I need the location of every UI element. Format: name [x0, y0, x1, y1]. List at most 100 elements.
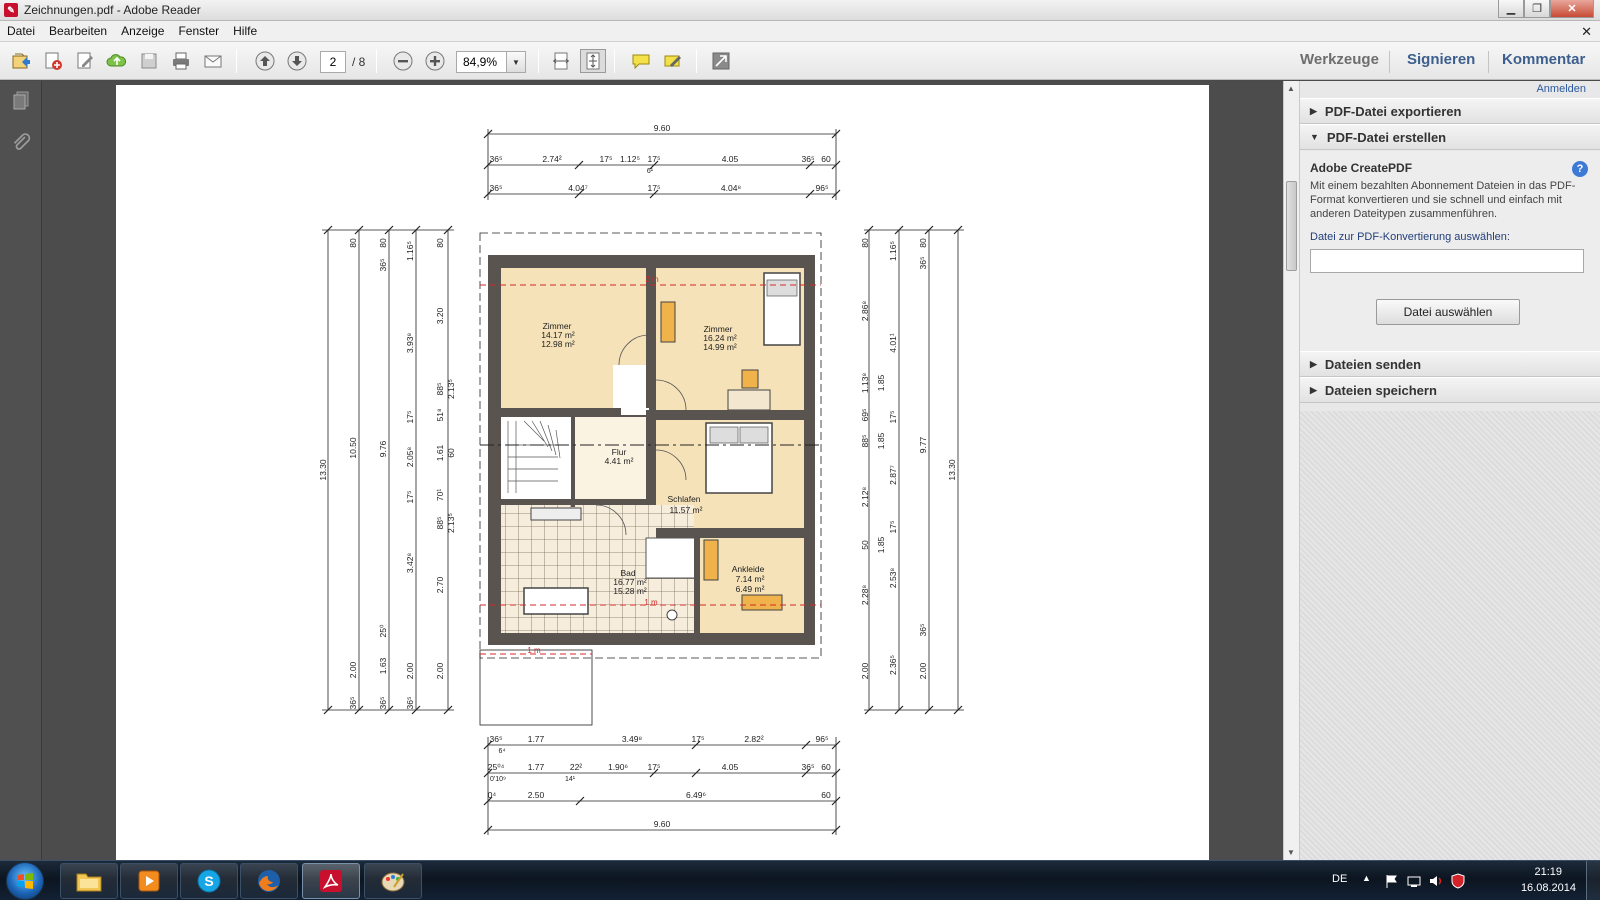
dimension-label: 17⁵	[888, 521, 898, 534]
tab-signieren[interactable]: Signieren	[1407, 51, 1475, 68]
clock-date[interactable]: 16.08.2014	[1521, 882, 1576, 894]
panel-label: PDF-Datei erstellen	[1326, 129, 1447, 145]
network-icon[interactable]	[1406, 873, 1422, 889]
language-indicator[interactable]: DE	[1332, 873, 1347, 885]
dimension-label: 6.49⁶	[686, 790, 706, 800]
scroll-up-icon[interactable]: ▲	[1287, 84, 1295, 93]
dimension-label: 2.00	[348, 661, 358, 678]
fit-page-icon[interactable]	[580, 49, 606, 73]
dimension-label: 80	[860, 238, 870, 248]
select-file-button[interactable]: Datei auswählen	[1376, 299, 1520, 325]
edit-document-icon[interactable]	[72, 49, 98, 73]
dimension-label: 80	[378, 238, 388, 248]
full-screen-icon[interactable]	[708, 49, 734, 73]
tab-werkzeuge[interactable]: Werkzeuge	[1300, 51, 1379, 68]
scrollbar-thumb[interactable]	[1286, 181, 1297, 271]
file-path-field[interactable]	[1310, 249, 1584, 273]
menu-bearbeiten[interactable]: Bearbeiten	[42, 24, 114, 38]
antivirus-shield-icon[interactable]	[1450, 873, 1466, 889]
dimension-label: 0'10⁹	[490, 776, 506, 783]
window-title: Zeichnungen.pdf - Adobe Reader	[24, 3, 201, 17]
start-button[interactable]	[6, 862, 44, 900]
action-center-flag-icon[interactable]	[1384, 873, 1400, 889]
toolbar-separator	[236, 49, 237, 73]
show-hidden-icons-icon[interactable]: ▲	[1362, 873, 1378, 889]
sticky-note-icon[interactable]	[628, 49, 654, 73]
page-number-input[interactable]	[320, 51, 346, 73]
navigation-pane	[0, 81, 42, 860]
taskbar-file-explorer-icon[interactable]	[60, 863, 118, 899]
dimension-label: 2.70	[435, 576, 445, 593]
zoom-out-icon[interactable]	[390, 49, 416, 73]
panel-create-pdf[interactable]: ▼ PDF-Datei erstellen	[1300, 124, 1600, 150]
attachments-paperclip-icon[interactable]	[9, 131, 33, 155]
menu-hilfe[interactable]: Hilfe	[226, 24, 264, 38]
print-icon[interactable]	[168, 49, 194, 73]
dimension-label: 1.16⁵	[888, 241, 898, 261]
zoom-in-icon[interactable]	[422, 49, 448, 73]
dimension-label: 2.13⁵	[446, 513, 456, 533]
dimension-label: 2.53⁸	[888, 568, 898, 589]
help-icon[interactable]: ?	[1572, 161, 1588, 177]
clock-time[interactable]: 21:19	[1534, 866, 1562, 878]
dimension-label: 70¹	[435, 489, 445, 501]
sign-in-link[interactable]: Anmelden	[1536, 83, 1586, 95]
previous-page-icon[interactable]	[252, 49, 278, 73]
cloud-upload-icon[interactable]	[104, 49, 130, 73]
dimension-label: 1.85	[876, 432, 886, 449]
height-marker: 1 m	[644, 598, 658, 607]
tools-pane: Anmelden ▶ PDF-Datei exportieren ▼ PDF-D…	[1300, 81, 1600, 860]
create-pdf-icon[interactable]	[40, 49, 66, 73]
maximize-button[interactable]: ❐	[1524, 0, 1550, 18]
close-document-icon[interactable]: ✕	[1581, 24, 1592, 40]
dimension-label: 4.05	[722, 762, 739, 772]
room-area: 4.41 m²	[605, 456, 634, 466]
document-scrollbar[interactable]: ▲ ▼	[1283, 81, 1300, 860]
save-icon[interactable]	[136, 49, 162, 73]
next-page-icon[interactable]	[284, 49, 310, 73]
fit-width-icon[interactable]	[548, 49, 574, 73]
close-window-button[interactable]: ✕	[1550, 0, 1594, 18]
panel-export-pdf[interactable]: ▶ PDF-Datei exportieren	[1300, 98, 1600, 124]
dimension-label: 9.60	[654, 123, 671, 133]
page-thumbnails-icon[interactable]	[9, 89, 33, 113]
dimension-label: 88⁵	[435, 517, 445, 530]
dimension-label: 2.13⁵	[446, 379, 456, 399]
dimension-label: 9.60	[654, 819, 671, 829]
taskbar-media-player-icon[interactable]	[120, 863, 178, 899]
dimension-label: 1.12⁵	[620, 154, 640, 164]
taskbar-firefox-icon[interactable]	[240, 863, 298, 899]
panel-store-files[interactable]: ▶ Dateien speichern	[1300, 377, 1600, 403]
highlight-text-icon[interactable]	[660, 49, 686, 73]
open-file-icon[interactable]	[8, 49, 34, 73]
dimension-label: 1.77	[528, 734, 545, 744]
taskbar-skype-icon[interactable]: S	[180, 863, 238, 899]
room-area: 12.98 m²	[541, 339, 575, 349]
taskbar-adobe-reader-icon[interactable]	[302, 863, 360, 899]
taskbar-paint-icon[interactable]	[364, 863, 422, 899]
menu-anzeige[interactable]: Anzeige	[114, 24, 171, 38]
dimension-label: 1.61	[435, 444, 445, 461]
chevron-down-icon: ▼	[1310, 132, 1319, 142]
menu-datei[interactable]: Datei	[0, 24, 42, 38]
tab-kommentar[interactable]: Kommentar	[1502, 51, 1585, 68]
menu-fenster[interactable]: Fenster	[171, 24, 226, 38]
file-select-label: Datei zur PDF-Konvertierung auswählen:	[1310, 231, 1510, 243]
room-name: Ankleide	[732, 564, 765, 574]
height-marker: 2 m	[645, 275, 659, 284]
scroll-down-icon[interactable]: ▼	[1287, 848, 1295, 857]
zoom-level-input[interactable]	[456, 51, 506, 73]
email-icon[interactable]	[200, 49, 226, 73]
chevron-right-icon: ▶	[1310, 105, 1317, 116]
zoom-dropdown-chevron-down-icon[interactable]: ▼	[506, 51, 526, 73]
minimize-button[interactable]: ▁	[1498, 0, 1524, 18]
panel-send-files[interactable]: ▶ Dateien senden	[1300, 351, 1600, 377]
document-area[interactable]: Zimmer 14.17 m² 12.98 m² Zimmer 16.24 m²…	[42, 81, 1283, 860]
speaker-volume-icon[interactable]	[1428, 873, 1444, 889]
adobe-reader-icon: ✎	[4, 3, 18, 17]
create-pdf-panel-body: Adobe CreatePDF ? Mit einem bezahlten Ab…	[1300, 151, 1600, 351]
dimension-label: 2.05⁸	[405, 447, 415, 468]
room-area: 7.14 m²	[736, 574, 765, 584]
show-desktop-button[interactable]	[1586, 861, 1600, 900]
menu-bar: Datei Bearbeiten Anzeige Fenster Hilfe ✕	[0, 21, 1600, 42]
